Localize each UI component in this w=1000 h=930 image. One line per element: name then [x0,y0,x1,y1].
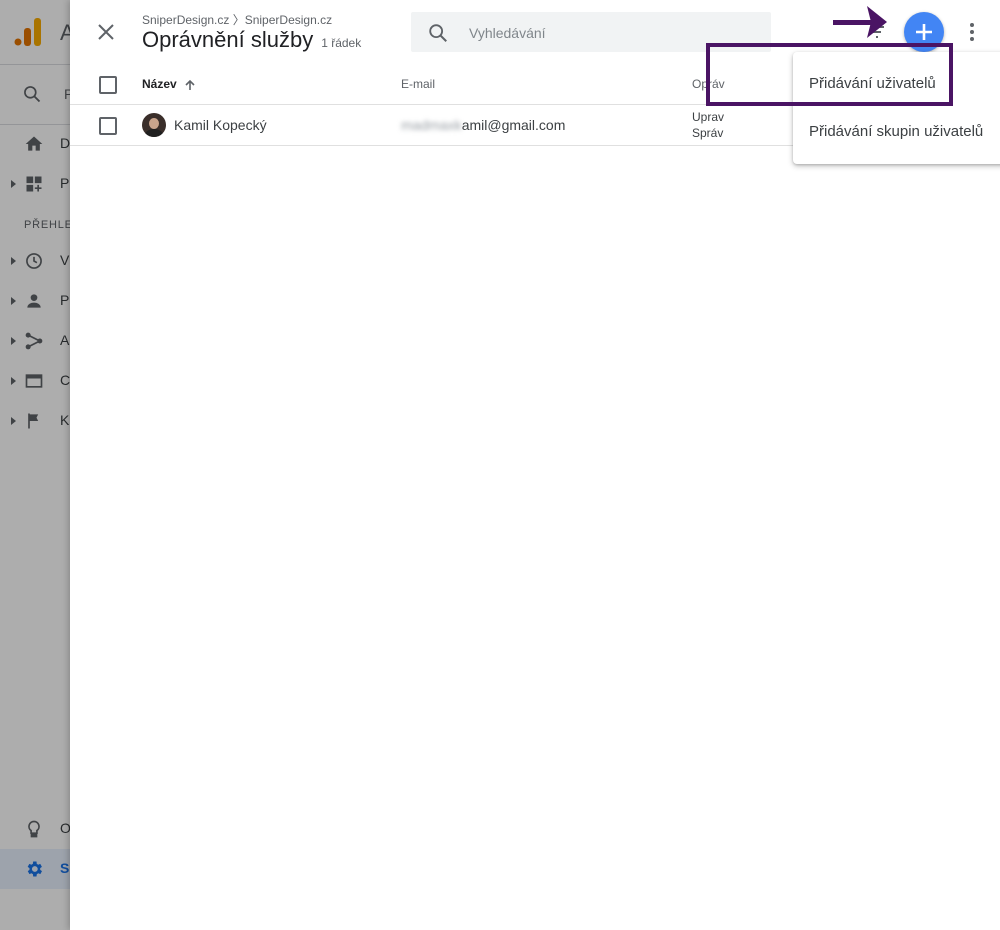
column-header-email[interactable]: E-mail [401,77,435,91]
page-title: Oprávnění služby 1 řádek [142,27,361,53]
row-checkbox[interactable] [99,117,117,135]
more-vert-icon[interactable] [960,20,984,44]
row-count: 1 řádek [321,36,362,50]
user-name: Kamil Kopecký [174,117,267,133]
plus-icon [916,24,932,40]
avatar-face [149,118,159,129]
user-email-redacted: madmaxk [401,117,462,133]
column-header-name[interactable]: Název [142,77,196,91]
permission-line: Uprav [692,110,725,124]
avatar [142,113,166,137]
annotation-arrow-icon [833,6,887,38]
breadcrumb: SniperDesign.cz 〉SniperDesign.cz [142,13,333,27]
page-title-text: Oprávnění služby [142,27,314,52]
menu-item-label: Přidávání skupin uživatelů [809,123,984,140]
column-header-name-label: Název [142,77,177,91]
user-permissions: Uprav Správ [692,109,724,141]
close-icon[interactable] [94,20,118,44]
permission-line: Správ [692,126,724,140]
menu-item-add-user-groups[interactable]: Přidávání skupin uživatelů [793,108,1000,156]
permissions-panel: SniperDesign.cz 〉SniperDesign.cz Oprávně… [70,0,1000,930]
select-all-checkbox[interactable] [99,76,117,94]
user-email: madmaxkamil@gmail.com [401,117,565,133]
sort-ascending-icon [185,79,195,90]
user-email-visible: amil@gmail.com [461,117,566,133]
avatar-body [145,129,163,137]
modal-scrim[interactable] [0,0,70,930]
search-icon [429,24,447,42]
annotation-highlight-box [706,43,953,106]
